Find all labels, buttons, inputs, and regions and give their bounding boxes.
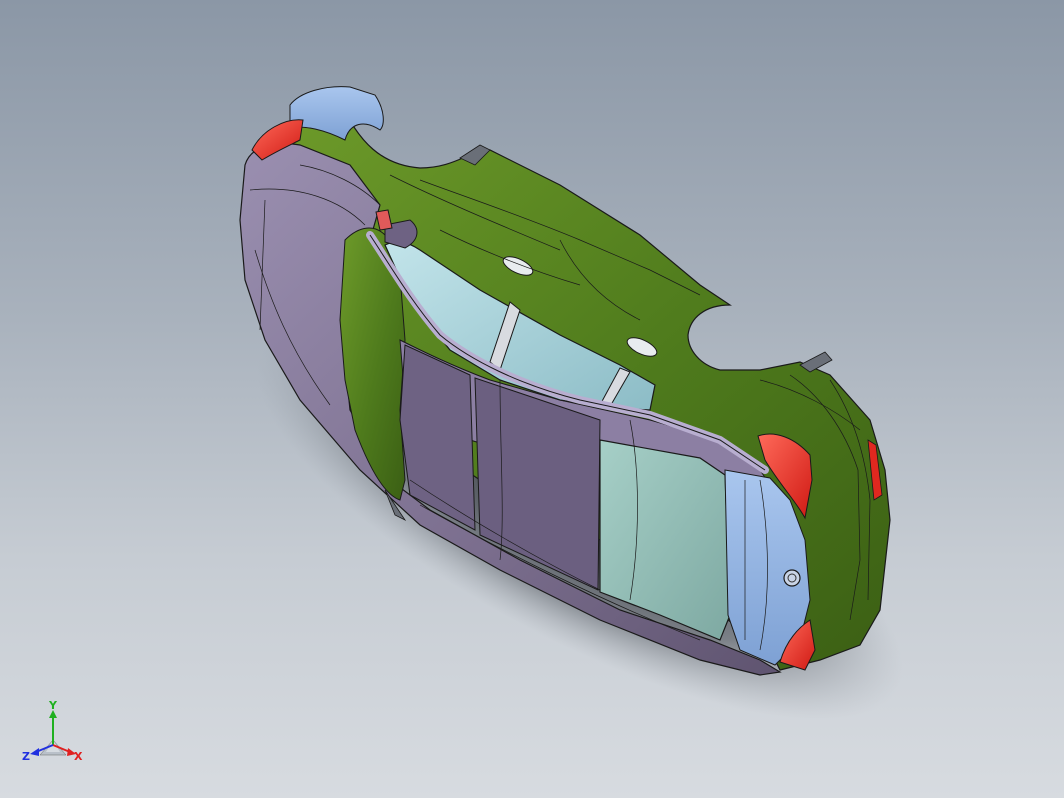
car-body-model[interactable] <box>0 0 1064 798</box>
x-axis-label: X <box>74 750 83 763</box>
y-axis-label: Y <box>48 700 58 712</box>
cad-viewport[interactable]: Y X Z <box>0 0 1064 798</box>
front-emblem[interactable] <box>783 569 801 587</box>
z-axis-arrow-icon <box>30 748 39 756</box>
axis-triad[interactable]: Y X Z <box>18 700 88 770</box>
z-axis-label: Z <box>22 750 30 763</box>
